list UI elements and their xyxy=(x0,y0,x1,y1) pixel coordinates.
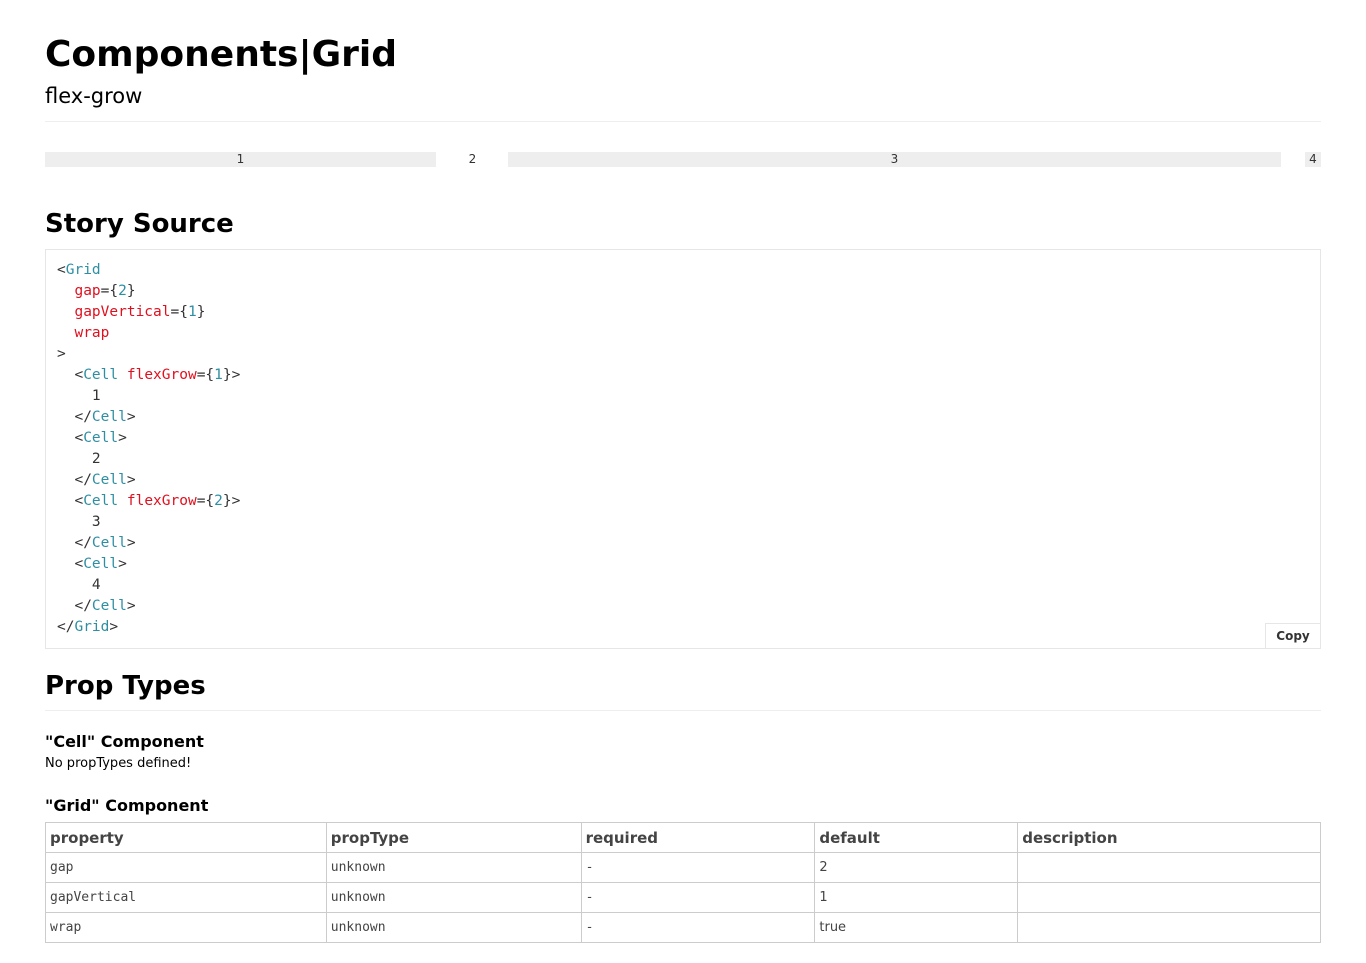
code-text: 2 xyxy=(91,451,101,467)
code-attr: gapVertical xyxy=(74,304,171,320)
prop-type: unknown xyxy=(325,882,582,913)
prop-default: 1 xyxy=(814,882,1019,913)
code-attr: gap xyxy=(74,283,101,299)
grid-component-title: "Grid" Component xyxy=(45,796,209,815)
code-tag: Cell xyxy=(91,598,127,614)
story-source-heading: Story Source xyxy=(45,209,234,239)
cell-component-title: "Cell" Component xyxy=(45,732,204,751)
cell-component-note: No propTypes defined! xyxy=(45,756,192,771)
prop-default: 2 xyxy=(814,852,1019,883)
story-subtitle: flex-grow xyxy=(45,84,143,108)
prop-type: unknown xyxy=(325,912,582,943)
code-tag: Cell xyxy=(83,493,119,509)
grid-cell-3: 3 xyxy=(508,152,1281,167)
column-header: property xyxy=(45,822,327,853)
grid-cell-1: 1 xyxy=(45,152,436,167)
prop-default: true xyxy=(814,912,1019,943)
copy-button[interactable]: Copy xyxy=(1265,623,1320,648)
prop-name: gap xyxy=(45,852,327,883)
prop-description xyxy=(1017,912,1321,943)
column-header: default xyxy=(814,822,1019,853)
grid-demo: 1 2 3 4 xyxy=(45,152,1321,167)
table-row: gapVertical unknown - 1 xyxy=(45,882,1321,913)
prop-types-divider xyxy=(45,710,1321,711)
table-header-row: property propType required default descr… xyxy=(45,822,1321,853)
code-tag: Cell xyxy=(83,367,119,383)
code-attr: flexGrow xyxy=(126,367,197,383)
grid-props-table: property propType required default descr… xyxy=(45,822,1321,943)
code-tag: Cell xyxy=(91,409,127,425)
table-row: wrap unknown - true xyxy=(45,912,1321,943)
code-text: 4 xyxy=(91,577,101,593)
column-header: description xyxy=(1017,822,1321,853)
code-tag: Grid xyxy=(65,262,101,278)
prop-description xyxy=(1017,852,1321,883)
code-text: 1 xyxy=(91,388,101,404)
table-row: gap unknown - 2 xyxy=(45,852,1321,883)
source-code: <Grid gap={2} gapVertical={1} wrap > <Ce… xyxy=(57,262,241,635)
prop-required: - xyxy=(580,882,816,913)
code-value: 1 xyxy=(187,304,197,320)
column-header: propType xyxy=(325,822,582,853)
story-source-panel: <Grid gap={2} gapVertical={1} wrap > <Ce… xyxy=(45,249,1321,649)
header-divider xyxy=(45,121,1321,122)
code-attr: flexGrow xyxy=(126,493,197,509)
prop-description xyxy=(1017,882,1321,913)
code-value: 2 xyxy=(118,283,127,299)
code-tag: Grid xyxy=(74,619,110,635)
prop-name: gapVertical xyxy=(45,882,327,913)
code-tag: Cell xyxy=(91,535,127,551)
grid-cell-4: 4 xyxy=(1305,152,1321,167)
column-header: required xyxy=(580,822,816,853)
code-tag: Cell xyxy=(91,472,127,488)
prop-name: wrap xyxy=(45,912,327,943)
page-title: Components|Grid xyxy=(45,34,398,75)
prop-required: - xyxy=(580,912,816,943)
grid-cell-2: 2 xyxy=(468,152,477,166)
code-tag: Cell xyxy=(83,430,119,446)
code-value: 2 xyxy=(214,493,223,509)
prop-type: unknown xyxy=(325,852,582,883)
code-attr: wrap xyxy=(74,325,110,341)
code-value: 1 xyxy=(214,367,223,383)
code-text: 3 xyxy=(91,514,101,530)
prop-required: - xyxy=(580,852,816,883)
code-tag: Cell xyxy=(83,556,119,572)
prop-types-heading: Prop Types xyxy=(45,671,206,701)
